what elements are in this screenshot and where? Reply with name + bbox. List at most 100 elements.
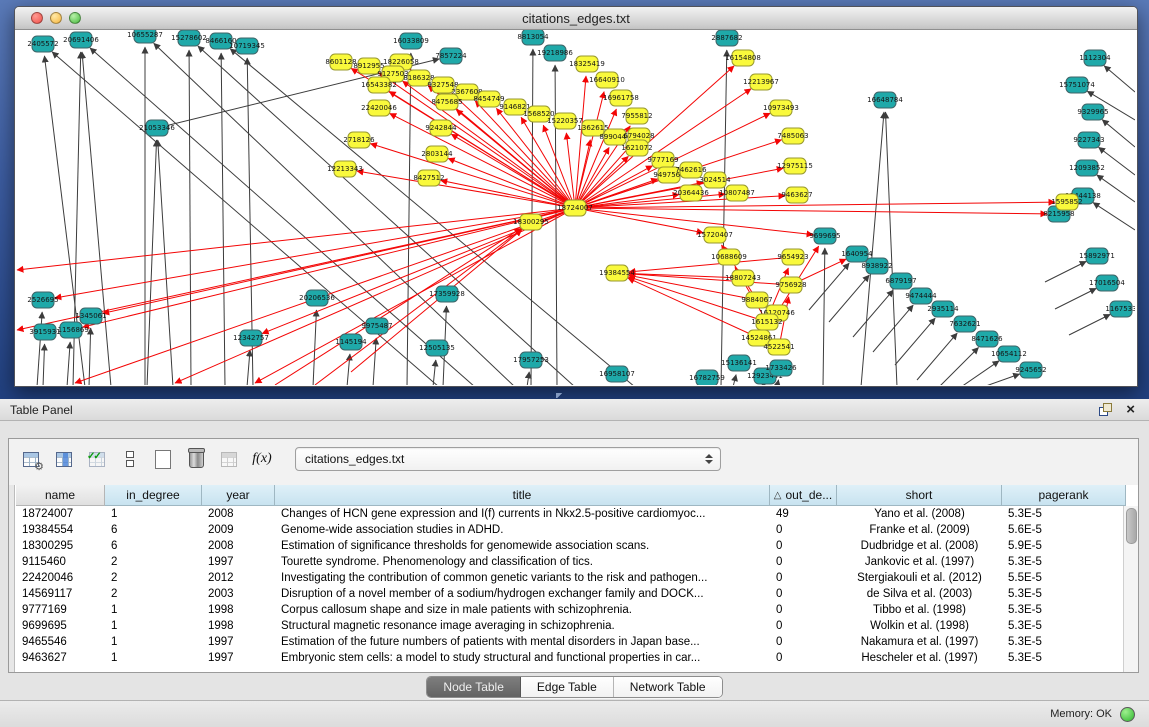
- cell-out_degree[interactable]: 0: [770, 650, 837, 666]
- cell-name[interactable]: 9699695: [16, 618, 105, 634]
- cell-title[interactable]: Disruption of a novel member of a sodium…: [275, 586, 770, 602]
- cell-name[interactable]: 9777169: [16, 602, 105, 618]
- row-height-icon[interactable]: [116, 445, 144, 473]
- cell-out_degree[interactable]: 0: [770, 634, 837, 650]
- cell-short[interactable]: Stergiakouli et al. (2012): [837, 570, 1002, 586]
- table-mode-icon[interactable]: ⚙: [17, 445, 45, 473]
- cell-year[interactable]: 2009: [202, 522, 275, 538]
- cell-out_degree[interactable]: 0: [770, 522, 837, 538]
- table-row[interactable]: 1830029562008Estimation of significance …: [16, 538, 1126, 554]
- close-panel-icon[interactable]: ×: [1126, 403, 1135, 416]
- cell-in_degree[interactable]: 2: [105, 586, 202, 602]
- minimize-button[interactable]: [50, 12, 62, 24]
- table-selector-dropdown[interactable]: citations_edges.txt: [295, 447, 721, 471]
- table-row[interactable]: 977716911998Corpus callosum shape and si…: [16, 602, 1126, 618]
- cell-short[interactable]: Wolkin et al. (1998): [837, 618, 1002, 634]
- cell-short[interactable]: Hescheler et al. (1997): [837, 650, 1002, 666]
- function-builder-icon[interactable]: f(x): [248, 445, 276, 473]
- column-header-in_degree[interactable]: in_degree: [105, 485, 202, 506]
- float-panel-icon[interactable]: [1099, 403, 1112, 416]
- table-row[interactable]: 1872400712008Changes of HCN gene express…: [16, 506, 1126, 522]
- cell-short[interactable]: Nakamura et al. (1997): [837, 634, 1002, 650]
- cell-title[interactable]: Embryonic stem cells: a model to study s…: [275, 650, 770, 666]
- column-header-name[interactable]: name: [16, 485, 105, 506]
- window-titlebar[interactable]: citations_edges.txt: [15, 7, 1137, 30]
- table-row[interactable]: 1938455462009Genome-wide association stu…: [16, 522, 1126, 538]
- table-row[interactable]: 1456911722003Disruption of a novel membe…: [16, 586, 1126, 602]
- cell-name[interactable]: 14569117: [16, 586, 105, 602]
- cell-short[interactable]: Yano et al. (2008): [837, 506, 1002, 522]
- cell-in_degree[interactable]: 2: [105, 570, 202, 586]
- cell-pagerank[interactable]: 5.3E-5: [1002, 586, 1126, 602]
- cell-name[interactable]: 9463627: [16, 650, 105, 666]
- scrollbar-thumb[interactable]: [1126, 508, 1137, 544]
- cell-title[interactable]: Estimation of significance thresholds fo…: [275, 538, 770, 554]
- panel-resize-grip[interactable]: [556, 393, 566, 398]
- cell-out_degree[interactable]: 49: [770, 506, 837, 522]
- cell-name[interactable]: 9465546: [16, 634, 105, 650]
- cell-pagerank[interactable]: 5.3E-5: [1002, 618, 1126, 634]
- cell-short[interactable]: Dudbridge et al. (2008): [837, 538, 1002, 554]
- cell-in_degree[interactable]: 6: [105, 522, 202, 538]
- citation-network-graph[interactable]: 2405572206914061065528715278602846616010…: [15, 30, 1135, 385]
- cell-year[interactable]: 1997: [202, 634, 275, 650]
- cell-short[interactable]: Tibbo et al. (1998): [837, 602, 1002, 618]
- column-header-out_de[interactable]: △out_de...: [770, 485, 837, 506]
- table-row[interactable]: 969969511998Structural magnetic resonanc…: [16, 618, 1126, 634]
- column-header-title[interactable]: title: [275, 485, 770, 506]
- memory-status-indicator[interactable]: [1120, 707, 1135, 722]
- cell-pagerank[interactable]: 5.3E-5: [1002, 634, 1126, 650]
- cell-name[interactable]: 9115460: [16, 554, 105, 570]
- cell-out_degree[interactable]: 0: [770, 554, 837, 570]
- cell-pagerank[interactable]: 5.3E-5: [1002, 602, 1126, 618]
- column-header-pagerank[interactable]: pagerank: [1002, 485, 1126, 506]
- cell-title[interactable]: Genome-wide association studies in ADHD.: [275, 522, 770, 538]
- new-table-icon[interactable]: [149, 445, 177, 473]
- cell-year[interactable]: 1997: [202, 650, 275, 666]
- cell-in_degree[interactable]: 1: [105, 506, 202, 522]
- cell-out_degree[interactable]: 0: [770, 618, 837, 634]
- show-columns-icon[interactable]: [50, 445, 78, 473]
- cell-short[interactable]: Franke et al. (2009): [837, 522, 1002, 538]
- zoom-button[interactable]: [69, 12, 81, 24]
- cell-pagerank[interactable]: 5.3E-5: [1002, 506, 1126, 522]
- tab-edge-table[interactable]: Edge Table: [521, 677, 614, 697]
- table-row[interactable]: 946362711997Embryonic stem cells: a mode…: [16, 650, 1126, 666]
- cell-out_degree[interactable]: 0: [770, 570, 837, 586]
- cell-out_degree[interactable]: 0: [770, 602, 837, 618]
- cell-title[interactable]: Changes of HCN gene expression and I(f) …: [275, 506, 770, 522]
- cell-pagerank[interactable]: 5.6E-5: [1002, 522, 1126, 538]
- cell-name[interactable]: 22420046: [16, 570, 105, 586]
- cell-in_degree[interactable]: 2: [105, 554, 202, 570]
- cell-year[interactable]: 2012: [202, 570, 275, 586]
- tab-node-table[interactable]: Node Table: [427, 677, 521, 697]
- close-button[interactable]: [31, 12, 43, 24]
- cell-pagerank[interactable]: 5.9E-5: [1002, 538, 1126, 554]
- cell-title[interactable]: Investigating the contribution of common…: [275, 570, 770, 586]
- column-header-short[interactable]: short: [837, 485, 1002, 506]
- cell-year[interactable]: 2003: [202, 586, 275, 602]
- cell-pagerank[interactable]: 5.3E-5: [1002, 650, 1126, 666]
- cell-in_degree[interactable]: 1: [105, 618, 202, 634]
- cell-out_degree[interactable]: 0: [770, 538, 837, 554]
- cell-in_degree[interactable]: 6: [105, 538, 202, 554]
- cell-short[interactable]: de Silva et al. (2003): [837, 586, 1002, 602]
- cell-name[interactable]: 18300295: [16, 538, 105, 554]
- cell-pagerank[interactable]: 5.3E-5: [1002, 554, 1126, 570]
- table-row[interactable]: 946554611997Estimation of the future num…: [16, 634, 1126, 650]
- network-canvas[interactable]: 2405572206914061065528715278602846616010…: [15, 30, 1135, 385]
- cell-year[interactable]: 1998: [202, 602, 275, 618]
- cell-in_degree[interactable]: 1: [105, 650, 202, 666]
- vertical-scrollbar[interactable]: [1123, 506, 1138, 672]
- column-header-year[interactable]: year: [202, 485, 275, 506]
- cell-year[interactable]: 1997: [202, 554, 275, 570]
- cell-pagerank[interactable]: 5.5E-5: [1002, 570, 1126, 586]
- cell-year[interactable]: 1998: [202, 618, 275, 634]
- cell-name[interactable]: 19384554: [16, 522, 105, 538]
- cell-year[interactable]: 2008: [202, 538, 275, 554]
- cell-in_degree[interactable]: 1: [105, 602, 202, 618]
- import-table-icon[interactable]: [215, 445, 243, 473]
- cell-title[interactable]: Tourette syndrome. Phenomenology and cla…: [275, 554, 770, 570]
- table-row[interactable]: 911546021997Tourette syndrome. Phenomeno…: [16, 554, 1126, 570]
- cell-in_degree[interactable]: 1: [105, 634, 202, 650]
